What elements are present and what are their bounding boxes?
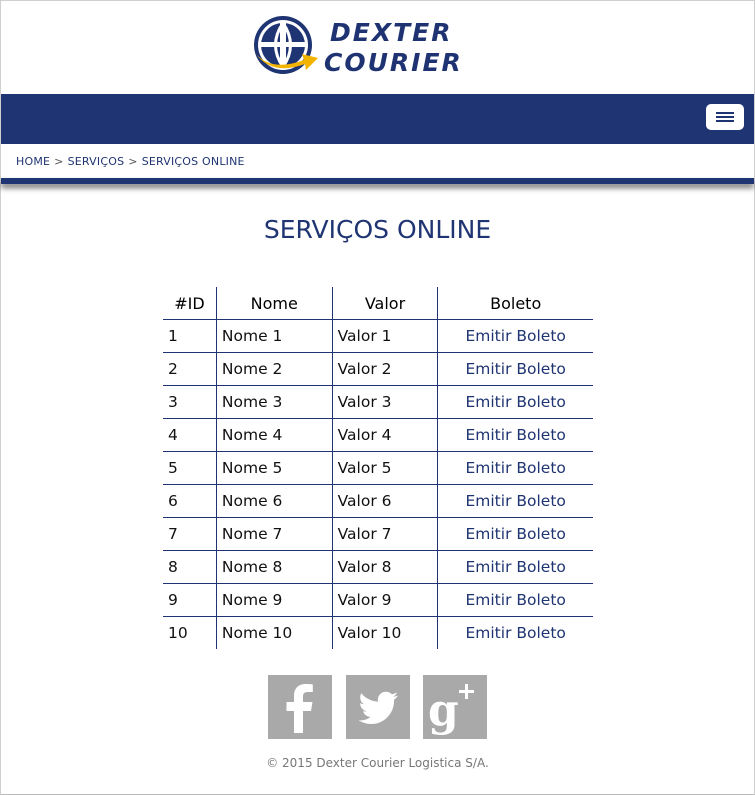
cell-nome: Nome 3	[215, 385, 333, 419]
cell-nome: Nome 10	[215, 616, 333, 649]
cell-id: 7	[163, 517, 217, 551]
breadcrumb-home[interactable]: HOME	[16, 155, 50, 168]
emitir-boleto-link[interactable]: Emitir Boleto	[465, 492, 565, 510]
cell-nome: Nome 2	[215, 352, 333, 386]
cell-boleto: Emitir Boleto	[437, 616, 593, 649]
breadcrumb-separator: >	[54, 155, 64, 168]
cell-nome: Nome 1	[215, 319, 333, 353]
logo-line1: DEXTER	[330, 18, 453, 47]
cell-valor: Valor 9	[331, 583, 438, 617]
cell-nome: Nome 9	[215, 583, 333, 617]
cell-valor: Valor 7	[331, 517, 438, 551]
table-row: 8 Nome 8 Valor 8 Emitir Boleto	[163, 550, 593, 584]
cell-boleto: Emitir Boleto	[437, 451, 593, 485]
breadcrumb-separator: >	[128, 155, 138, 168]
emitir-boleto-link[interactable]: Emitir Boleto	[465, 591, 565, 609]
table-row: 10 Nome 10 Valor 10 Emitir Boleto	[163, 616, 593, 649]
cell-valor: Valor 10	[331, 616, 438, 649]
cell-boleto: Emitir Boleto	[437, 418, 593, 452]
breadcrumb-servicos[interactable]: SERVIÇOS	[68, 155, 125, 168]
main-navbar	[1, 94, 754, 144]
emitir-boleto-link[interactable]: Emitir Boleto	[465, 393, 565, 411]
emitir-boleto-link[interactable]: Emitir Boleto	[465, 327, 565, 345]
table-row: 4 Nome 4 Valor 4 Emitir Boleto	[163, 418, 593, 452]
table-row: 2 Nome 2 Valor 2 Emitir Boleto	[163, 352, 593, 386]
hamburger-icon	[716, 112, 734, 114]
cell-boleto: Emitir Boleto	[437, 550, 593, 584]
emitir-boleto-link[interactable]: Emitir Boleto	[465, 558, 565, 576]
cell-id: 10	[168, 624, 188, 642]
cell-id: 3	[163, 385, 217, 419]
emitir-boleto-link[interactable]: Emitir Boleto	[465, 426, 565, 444]
cell-id: 8	[163, 550, 217, 584]
cell-boleto: Emitir Boleto	[437, 352, 593, 386]
twitter-button[interactable]	[346, 675, 410, 739]
cell-boleto: Emitir Boleto	[437, 319, 593, 353]
table-header-row: #ID Nome Valor Boleto	[163, 287, 593, 320]
table-row: 9 Nome 9 Valor 9 Emitir Boleto	[163, 583, 593, 617]
services-table: #ID Nome Valor Boleto 1 Nome 1 Valor 1 Emit…	[163, 287, 593, 649]
social-links: g	[268, 675, 488, 739]
globe-logo-icon	[254, 16, 318, 74]
emitir-boleto-link[interactable]: Emitir Boleto	[465, 624, 565, 642]
cell-id: 1	[163, 319, 217, 353]
logo-line2: COURIER	[324, 48, 463, 77]
cell-boleto: Emitir Boleto	[437, 517, 593, 551]
emitir-boleto-link[interactable]: Emitir Boleto	[465, 459, 565, 477]
column-header-nome: Nome	[215, 287, 333, 320]
table-row: 1 Nome 1 Valor 1 Emitir Boleto	[163, 319, 593, 353]
emitir-boleto-link[interactable]: Emitir Boleto	[465, 360, 565, 378]
cell-boleto: Emitir Boleto	[437, 583, 593, 617]
cell-valor: Valor 4	[331, 418, 438, 452]
cell-nome: Nome 8	[215, 550, 333, 584]
cell-nome: Nome 6	[215, 484, 333, 518]
twitter-icon	[358, 691, 398, 724]
column-header-id: #ID	[163, 287, 217, 320]
cell-id: 2	[163, 352, 217, 386]
column-header-valor: Valor	[331, 287, 438, 320]
emitir-boleto-link[interactable]: Emitir Boleto	[465, 525, 565, 543]
table-row: 6 Nome 6 Valor 6 Emitir Boleto	[163, 484, 593, 518]
cell-id: 6	[163, 484, 217, 518]
breadcrumb: HOME > SERVIÇOS > SERVIÇOS ONLINE	[16, 155, 245, 168]
cell-nome: Nome 7	[215, 517, 333, 551]
footer-copyright: © 2015 Dexter Courier Logistica S/A.	[266, 756, 489, 770]
cell-valor: Valor 2	[331, 352, 438, 386]
cell-valor: Valor 1	[331, 319, 438, 353]
cell-id: 5	[163, 451, 217, 485]
breadcrumb-current: SERVIÇOS ONLINE	[141, 155, 245, 168]
page-title: SERVIÇOS ONLINE	[263, 215, 492, 244]
facebook-button[interactable]	[268, 675, 332, 739]
google-plus-icon: g	[428, 684, 474, 736]
cell-valor: Valor 6	[331, 484, 438, 518]
dexter-courier-logo[interactable]: DEXTER COURIER	[252, 14, 507, 76]
table-row: 7 Nome 7 Valor 7 Emitir Boleto	[163, 517, 593, 551]
table-row: 3 Nome 3 Valor 3 Emitir Boleto	[163, 385, 593, 419]
breadcrumb-divider	[1, 178, 754, 184]
google-plus-button[interactable]: g	[423, 675, 487, 739]
cell-nome: Nome 4	[215, 418, 333, 452]
facebook-icon	[286, 684, 313, 733]
cell-valor: Valor 5	[331, 451, 438, 485]
cell-id: 9	[163, 583, 217, 617]
hamburger-menu-button[interactable]	[706, 104, 744, 130]
cell-valor: Valor 8	[331, 550, 438, 584]
hamburger-icon	[716, 120, 734, 122]
cell-valor: Valor 3	[331, 385, 438, 419]
table-row: 5 Nome 5 Valor 5 Emitir Boleto	[163, 451, 593, 485]
svg-text:g: g	[428, 685, 459, 736]
column-header-boleto: Boleto	[437, 287, 593, 320]
cell-boleto: Emitir Boleto	[437, 484, 593, 518]
cell-id: 4	[163, 418, 217, 452]
cell-boleto: Emitir Boleto	[437, 385, 593, 419]
hamburger-icon	[716, 116, 734, 118]
cell-nome: Nome 5	[215, 451, 333, 485]
